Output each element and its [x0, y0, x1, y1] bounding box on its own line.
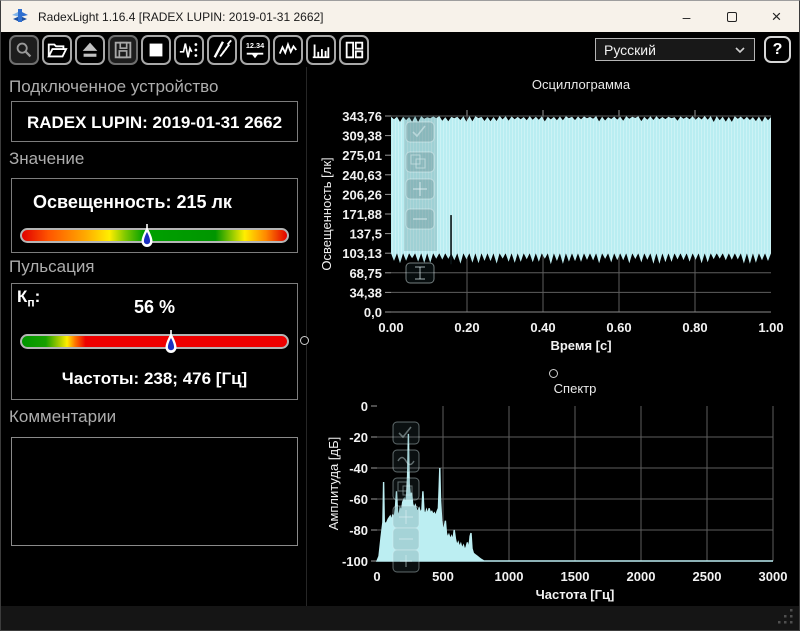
x-tick-label: 1000 — [495, 569, 524, 584]
oscillogram-title: Осциллограмма — [532, 77, 631, 92]
frequencies-value: Частоты: 238; 476 [Гц] — [12, 369, 297, 389]
x-tick-label: 0.80 — [682, 320, 707, 335]
device-box: RADEX LUPIN: 2019-01-31 2662 — [11, 101, 298, 142]
app-icon — [10, 8, 30, 25]
pulse-waveform-icon — [178, 39, 200, 61]
stop-icon — [145, 39, 167, 61]
pulsation-marker-icon — [165, 330, 178, 356]
window-title: RadexLight 1.16.4 [RADEX LUPIN: 2019-01-… — [38, 10, 324, 24]
y-axis-title: Амплитуда [дБ] — [326, 437, 341, 530]
x-tick-label: 0.40 — [530, 320, 555, 335]
light-rays-button[interactable] — [207, 35, 237, 65]
eject-button[interactable] — [75, 35, 105, 65]
language-select[interactable]: Русский — [595, 38, 755, 61]
panel-layout-icon — [343, 39, 365, 61]
left-panel: Подключенное устройство RADEX LUPIN: 201… — [9, 67, 301, 608]
toolbar: 12.34 — [1, 32, 799, 67]
comments-input[interactable] — [11, 437, 298, 546]
x-axis-title: Частота [Гц] — [536, 587, 615, 602]
x-tick-label: 0 — [373, 569, 380, 584]
illuminance-scale-bar — [20, 228, 289, 243]
zoom-icon — [13, 39, 35, 61]
y-tick-label: 171,88 — [342, 207, 382, 222]
minimize-button[interactable]: – — [664, 1, 709, 32]
kp-value: 56 % — [12, 297, 297, 318]
y-tick-label: -80 — [349, 523, 368, 538]
oscillogram-chart[interactable]: Осциллограмма 343,76 309,38 275,01 240,63 206… — [301, 67, 800, 362]
pulse-measure-button[interactable] — [174, 35, 204, 65]
light-rays-icon — [211, 39, 233, 61]
y-tick-label: -20 — [349, 430, 368, 445]
value-heading: Значение — [9, 149, 84, 169]
y-tick-label: 34,38 — [349, 285, 382, 300]
y-tick-label: -60 — [349, 492, 368, 507]
numeric-display-icon: 12.34 — [243, 39, 267, 61]
eject-icon — [79, 39, 101, 61]
x-axis-title: Время [с] — [550, 338, 611, 353]
chevron-down-icon — [732, 42, 748, 58]
y-tick-label: 0 — [361, 399, 368, 414]
x-tick-label: 500 — [432, 569, 454, 584]
oscillogram-icon — [277, 39, 299, 61]
close-button[interactable]: × — [754, 1, 799, 32]
y-tick-label: -100 — [342, 554, 368, 569]
pulsation-heading: Пульсация — [9, 257, 95, 277]
x-tick-label: 2500 — [693, 569, 722, 584]
maximize-icon — [727, 12, 737, 22]
y-tick-label: 0,0 — [364, 305, 382, 320]
stop-button[interactable] — [141, 35, 171, 65]
y-axis-title: Освещенность [лк] — [319, 157, 334, 270]
resize-grip-icon[interactable] — [777, 608, 795, 626]
titlebar: RadexLight 1.16.4 [RADEX LUPIN: 2019-01-… — [1, 1, 799, 32]
pulsation-scale-bar — [20, 334, 289, 349]
y-tick-label: 240,63 — [342, 168, 382, 183]
app-window: RadexLight 1.16.4 [RADEX LUPIN: 2019-01-… — [0, 0, 800, 631]
help-button[interactable]: ? — [764, 36, 791, 63]
y-tick-label: 309,38 — [342, 129, 382, 144]
illuminance-marker-icon — [140, 224, 153, 250]
spectrum-bars-icon — [310, 39, 332, 61]
device-name: RADEX LUPIN: 2019-01-31 2662 — [12, 113, 297, 133]
illuminance-value: Освещенность: 215 лк — [33, 192, 232, 213]
statusbar — [1, 606, 799, 630]
save-icon — [112, 39, 134, 61]
x-tick-label: 0.60 — [606, 320, 631, 335]
zoom-tool-button[interactable] — [9, 35, 39, 65]
x-tick-label: 0.00 — [378, 320, 403, 335]
y-tick-label: 206,26 — [342, 187, 382, 202]
svg-text:12.34: 12.34 — [246, 41, 265, 50]
maximize-button[interactable] — [709, 1, 754, 32]
y-tick-label: 343,76 — [342, 109, 382, 124]
x-tick-label: 1.00 — [758, 320, 783, 335]
y-tick-label: 68,75 — [349, 266, 382, 281]
panel-layout-button[interactable] — [339, 35, 369, 65]
y-tick-label: -40 — [349, 461, 368, 476]
x-tick-label: 3000 — [759, 569, 788, 584]
spectrum-title: Спектр — [554, 381, 597, 396]
spectrum-view-button[interactable] — [306, 35, 336, 65]
waveform-texture — [391, 116, 771, 264]
open-file-button[interactable] — [42, 35, 72, 65]
value-box: Освещенность: 215 лк — [11, 178, 298, 253]
comments-heading: Комментарии — [9, 407, 116, 427]
y-tick-label: 103,13 — [342, 246, 382, 261]
numeric-display-button[interactable]: 12.34 — [240, 35, 270, 65]
open-file-icon — [46, 39, 68, 61]
x-tick-label: 1500 — [561, 569, 590, 584]
y-tick-label: 275,01 — [342, 148, 382, 163]
y-tick-label: 137,5 — [349, 227, 382, 242]
spectrum-chart[interactable]: Спектр 0 -20 -40 -60 -80 -100 0 500 1000 1500 2000 2… — [301, 362, 800, 608]
language-select-value: Русский — [604, 42, 732, 58]
oscillogram-view-button[interactable] — [273, 35, 303, 65]
pulsation-box: Кп: 56 % Частоты: 238; 476 [Гц] — [11, 283, 298, 400]
chart-overlay-copy-icon[interactable] — [393, 478, 419, 500]
x-tick-label: 2000 — [627, 569, 656, 584]
save-button[interactable] — [108, 35, 138, 65]
x-tick-label: 0.20 — [454, 320, 479, 335]
connected-device-heading: Подключенное устройство — [9, 77, 218, 97]
